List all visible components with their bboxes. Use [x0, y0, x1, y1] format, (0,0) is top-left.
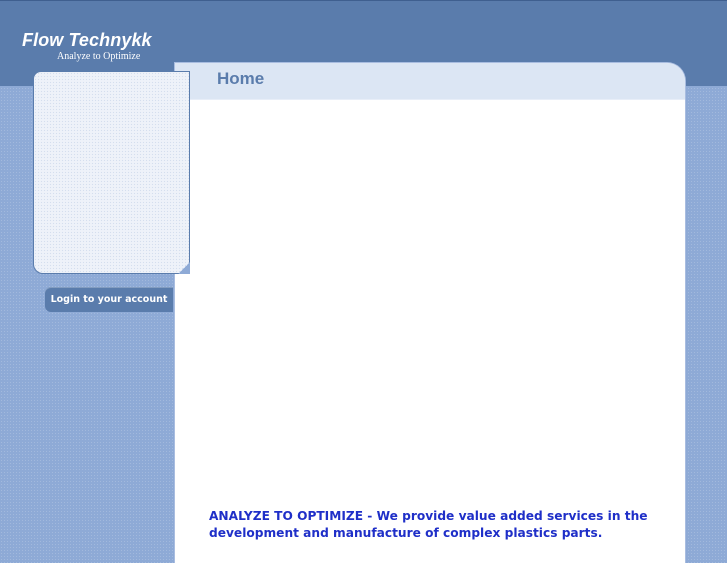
main-content-panel: Home — [175, 63, 685, 563]
login-button[interactable]: Login to your account — [45, 287, 173, 312]
sidebar-box — [33, 71, 190, 274]
page-title: Home — [217, 69, 265, 88]
logo-title[interactable]: Flow Technykk — [22, 30, 152, 51]
intro-text: ANALYZE TO OPTIMIZE - We provide value a… — [209, 509, 648, 540]
logo-tagline: Analyze to Optimize — [57, 51, 141, 62]
content-header: Home — [175, 63, 685, 100]
